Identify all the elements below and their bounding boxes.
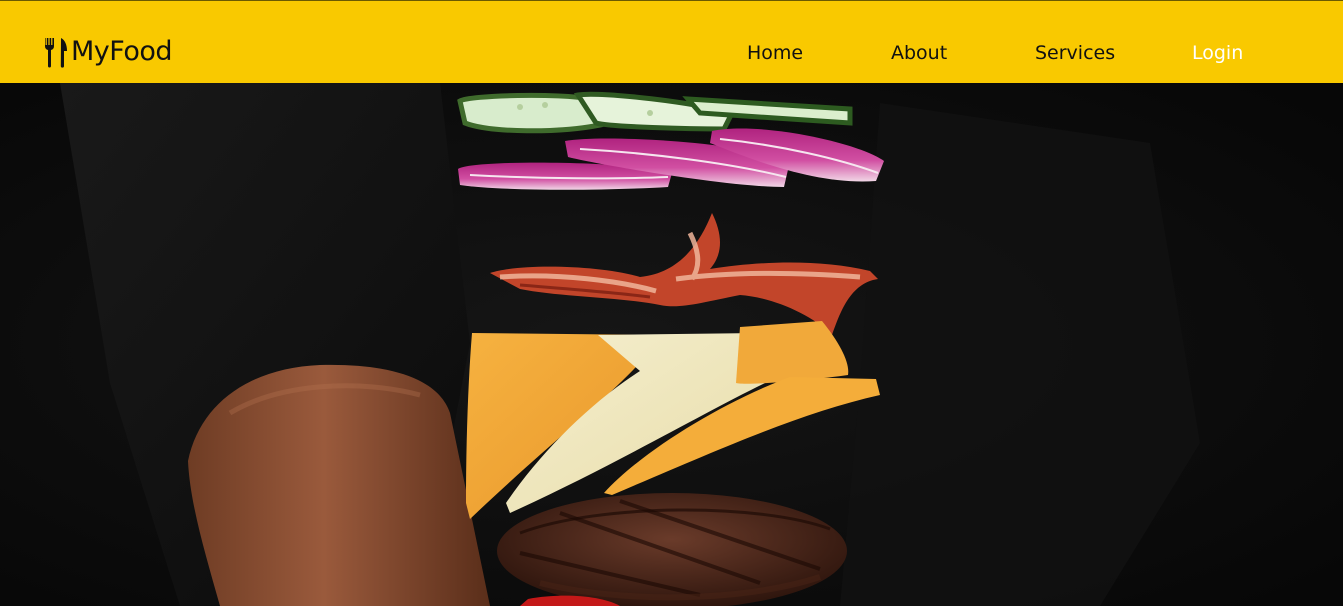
nav-services-link[interactable]: Services <box>1035 40 1115 66</box>
nav-about-link[interactable]: About <box>891 40 947 66</box>
brand-name: MyFood <box>71 36 173 67</box>
top-navbar: MyFood Home About Services Login <box>0 0 1343 83</box>
nav-home-link[interactable]: Home <box>747 40 803 66</box>
nav-login-link[interactable]: Login <box>1192 40 1243 66</box>
fork-knife-icon <box>44 38 67 68</box>
floating-burger-ingredients-photo <box>0 83 1343 606</box>
brand-logo[interactable]: MyFood <box>43 34 173 70</box>
hero-banner <box>0 83 1343 606</box>
